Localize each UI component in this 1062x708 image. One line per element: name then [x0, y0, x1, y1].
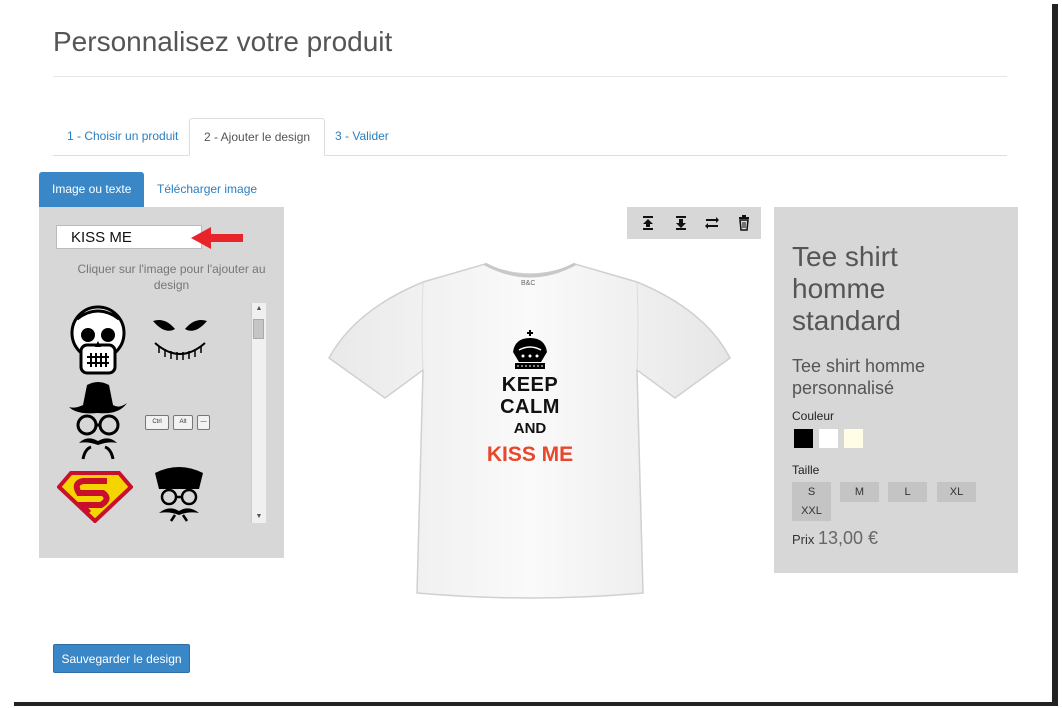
gallery-hint: Cliquer sur l'image pour l'ajouter au de… [77, 262, 266, 292]
size-button-xl[interactable]: XL [937, 482, 976, 502]
cowboy-mustache-icon[interactable] [67, 381, 129, 461]
superman-logo-icon[interactable] [57, 471, 133, 523]
color-swatch-black[interactable] [794, 429, 813, 448]
send-to-back-icon[interactable] [672, 214, 690, 232]
product-subtitle: Tee shirt homme personnalisé [792, 356, 926, 398]
save-design-button[interactable]: Sauvegarder le design [53, 644, 190, 673]
shirt-design[interactable]: KEEP CALM AND KISS ME [470, 328, 590, 470]
tab-add-design[interactable]: 2 - Ajouter le design [189, 118, 326, 156]
page-shadow [1052, 4, 1058, 704]
design-line-calm: CALM [500, 396, 560, 418]
flip-icon[interactable] [703, 214, 721, 232]
page-shadow [14, 702, 1058, 706]
divider [53, 76, 1007, 77]
color-swatch-white[interactable] [819, 429, 838, 448]
product-title: Tee shirt homme standard [792, 241, 901, 336]
tab-validate[interactable]: 3 - Valider [321, 118, 403, 155]
price-label: Prix [792, 532, 815, 547]
design-line-and: AND [513, 420, 547, 437]
ctrl-key: Ctrl [145, 415, 169, 430]
size-button-xxl[interactable]: XXL [792, 501, 831, 521]
scroll-up-icon[interactable]: ▲ [252, 303, 266, 315]
red-arrow-icon [191, 227, 243, 249]
alt-key: Alt [173, 415, 193, 430]
trash-icon[interactable] [735, 214, 753, 232]
page-title: Personnalisez votre produit [53, 26, 393, 57]
crown-icon [513, 330, 547, 369]
size-button-m[interactable]: M [840, 482, 879, 502]
price: Prix 13,00 € [792, 528, 878, 549]
tab-choose-product[interactable]: 1 - Choisir un produit [53, 118, 192, 155]
scroll-down-icon[interactable]: ▼ [252, 511, 266, 523]
clipart-gallery: Ctrl Alt — [53, 303, 267, 523]
jack-face-icon[interactable] [147, 313, 213, 361]
size-button-l[interactable]: L [888, 482, 927, 502]
skull-icon[interactable] [69, 305, 127, 377]
design-line-keep: KEEP [501, 374, 559, 396]
scrollbar-thumb[interactable] [253, 319, 264, 339]
size-button-s[interactable]: S [792, 482, 831, 502]
shirt-tag: B&C [521, 280, 536, 287]
price-value: 13,00 € [818, 528, 879, 548]
step-tabs: 1 - Choisir un produit 2 - Ajouter le de… [53, 118, 1007, 156]
size-label: Taille [792, 463, 820, 477]
tab-upload-image[interactable]: Télécharger image [144, 172, 270, 207]
design-text-input[interactable] [56, 225, 202, 249]
bring-to-front-icon[interactable] [639, 214, 657, 232]
design-line-custom: KISS ME [486, 443, 574, 466]
dash-key: — [197, 415, 210, 430]
product-info-panel: Tee shirt homme standard Tee shirt homme… [774, 207, 1018, 573]
design-toolbar [627, 207, 761, 239]
tab-image-or-text[interactable]: Image ou texte [39, 172, 145, 207]
design-panel: Cliquer sur l'image pour l'ajouter au de… [39, 207, 284, 558]
keyboard-keys-icon[interactable]: Ctrl Alt — [145, 415, 225, 431]
chef-mustache-icon[interactable] [149, 463, 209, 523]
gallery-scrollbar[interactable]: ▲ ▼ [251, 303, 266, 523]
color-swatch-cream[interactable] [844, 429, 863, 448]
color-label: Couleur [792, 409, 835, 423]
